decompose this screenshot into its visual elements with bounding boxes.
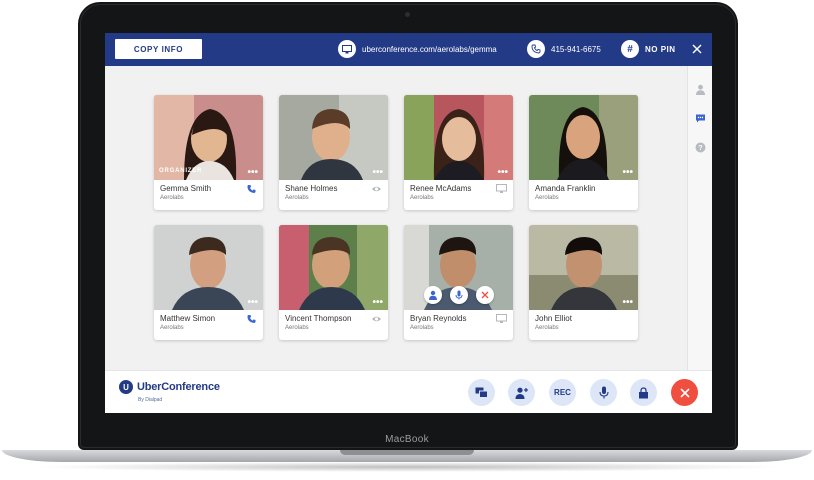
participant-photo: ••• — [529, 225, 638, 310]
monitor-icon — [496, 184, 507, 193]
logo-subtitle: By Dialpad — [138, 397, 163, 403]
more-options-icon[interactable]: ••• — [247, 298, 258, 308]
participant-name: Amanda Franklin — [535, 184, 596, 193]
screen-share-button[interactable] — [468, 379, 495, 406]
add-participant-button[interactable] — [508, 379, 535, 406]
phone-icon — [247, 315, 256, 323]
screen-icon — [338, 40, 356, 58]
laptop-shadow — [30, 462, 784, 472]
close-icon — [679, 387, 690, 398]
participant-tile[interactable]: ••• Matthew Simon Aerolabs — [154, 225, 263, 340]
microphone-icon — [455, 290, 462, 300]
participant-name: John Elliot — [535, 314, 572, 323]
lock-button[interactable] — [630, 379, 657, 406]
logo-text: UberConference — [137, 381, 220, 393]
remove-participant-button[interactable] — [475, 286, 494, 304]
participant-name: Matthew Simon — [160, 314, 216, 323]
participant-photo — [404, 225, 513, 310]
participant-tile[interactable]: Bryan Reynolds Aerolabs — [404, 225, 513, 340]
eye-icon — [372, 186, 381, 192]
help-icon[interactable]: ? — [695, 142, 706, 153]
participant-photo: ••• — [279, 225, 388, 310]
person-icon[interactable] — [695, 84, 706, 95]
svg-text:?: ? — [698, 145, 702, 152]
participant-org: Aerolabs — [160, 325, 184, 331]
add-person-icon — [515, 387, 528, 399]
uberconference-logo: U UberConference — [119, 380, 220, 394]
profile-action-button[interactable] — [423, 286, 442, 304]
more-options-icon[interactable]: ••• — [372, 168, 383, 178]
participant-name: Vincent Thompson — [285, 314, 352, 323]
pin-info: # NO PIN — [621, 39, 676, 59]
copy-info-button[interactable]: COPY INFO — [115, 39, 202, 59]
device-brand-label: MacBook — [385, 434, 429, 445]
close-icon — [481, 291, 488, 299]
chat-icon[interactable] — [695, 113, 706, 124]
participant-org: Aerolabs — [285, 325, 309, 331]
phone-icon — [527, 40, 545, 58]
close-icon[interactable] — [690, 42, 704, 56]
more-options-icon[interactable]: ••• — [622, 168, 633, 178]
participant-org: Aerolabs — [535, 325, 559, 331]
participant-photo: ••• — [279, 95, 388, 180]
mute-button[interactable] — [590, 379, 617, 406]
more-options-icon[interactable]: ••• — [622, 298, 633, 308]
phone-icon — [247, 185, 256, 193]
lock-icon — [639, 386, 648, 398]
screen-share-icon — [475, 387, 488, 398]
dial-in-number[interactable]: 415-941-6675 — [527, 39, 601, 59]
participant-org: Aerolabs — [410, 195, 434, 201]
pin-label: NO PIN — [645, 44, 676, 54]
more-options-icon[interactable]: ••• — [247, 168, 258, 178]
eye-icon — [372, 316, 381, 322]
participant-org: Aerolabs — [160, 195, 184, 201]
organizer-badge: ORGANIZER — [159, 168, 203, 174]
microphone-icon — [598, 386, 609, 399]
participant-name: Renee McAdams — [410, 184, 472, 193]
more-options-icon[interactable]: ••• — [372, 298, 383, 308]
participant-name: Gemma Smith — [160, 184, 212, 193]
laptop-notch — [340, 450, 474, 455]
participant-tile[interactable]: ••• Renee McAdams Aerolabs — [404, 95, 513, 210]
person-icon — [428, 290, 437, 300]
top-bar: COPY INFO uberconference.com/aerolabs/ge… — [105, 33, 712, 66]
participant-actions — [404, 286, 513, 304]
more-options-icon[interactable]: ••• — [497, 168, 508, 178]
participant-org: Aerolabs — [410, 325, 434, 331]
right-rail: ? — [687, 66, 712, 370]
conference-url[interactable]: uberconference.com/aerolabs/gemma — [338, 39, 497, 59]
participant-name: Bryan Reynolds — [410, 314, 467, 323]
end-call-button[interactable] — [671, 379, 698, 406]
participant-name: Shane Holmes — [285, 184, 338, 193]
bottom-bar: U UberConference By Dialpad REC — [105, 370, 712, 413]
hash-icon: # — [621, 40, 639, 58]
participant-tile[interactable]: ••• Vincent Thompson Aerolabs — [279, 225, 388, 340]
participant-tile[interactable]: ••• John Elliot Aerolabs — [529, 225, 638, 340]
camera — [405, 12, 410, 17]
participant-org: Aerolabs — [285, 195, 309, 201]
participant-tile[interactable]: ORGANIZER ••• Gemma Smith Aerolabs — [154, 95, 263, 210]
mute-participant-button[interactable] — [449, 286, 468, 304]
dial-in-number-text: 415-941-6675 — [551, 44, 601, 54]
app-screen: COPY INFO uberconference.com/aerolabs/ge… — [105, 33, 712, 413]
record-button[interactable]: REC — [549, 379, 576, 406]
monitor-icon — [496, 314, 507, 323]
participant-photo: ••• — [154, 225, 263, 310]
participant-photo: ORGANIZER ••• — [154, 95, 263, 180]
participant-tile[interactable]: ••• Shane Holmes Aerolabs — [279, 95, 388, 210]
participant-photo: ••• — [529, 95, 638, 180]
participant-tile[interactable]: ••• Amanda Franklin Aerolabs — [529, 95, 638, 210]
logo-mark: U — [119, 380, 133, 394]
participant-org: Aerolabs — [535, 195, 559, 201]
conference-url-text: uberconference.com/aerolabs/gemma — [362, 44, 497, 54]
participant-photo: ••• — [404, 95, 513, 180]
